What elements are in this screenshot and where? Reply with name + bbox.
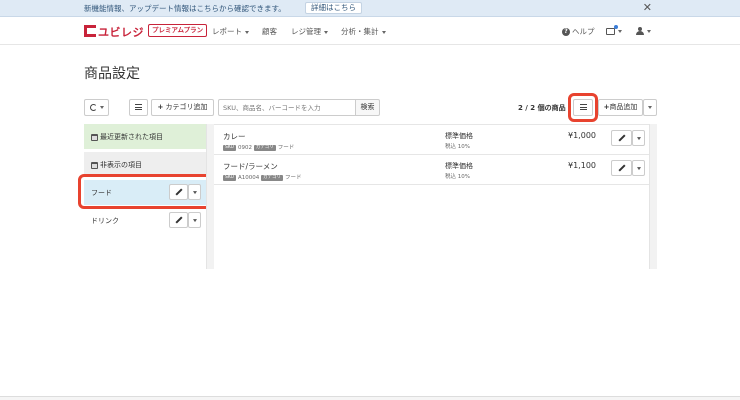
chevron-down-icon [618, 29, 622, 33]
nav-report[interactable]: レポート [212, 26, 249, 37]
product-options-dropdown[interactable] [632, 130, 645, 146]
product-row[interactable]: フード/ラーメン SKU A10004 カテゴリ フード 標準価格 税込 10% ¥… [214, 155, 649, 185]
search-input[interactable] [218, 99, 356, 116]
pencil-icon [174, 216, 183, 224]
mail-icon [606, 24, 618, 35]
product-name: カレー [223, 132, 246, 141]
plan-badge: プレミアムプラン [148, 24, 208, 37]
category-item-recent[interactable]: 最近更新された項目 [84, 124, 214, 149]
logo-mark-icon [84, 25, 96, 37]
edit-product-button[interactable] [611, 130, 632, 146]
price-label: 標準価格 [445, 132, 473, 140]
chevron-down-icon [245, 30, 249, 34]
category-list-button[interactable] [129, 99, 148, 116]
chevron-down-icon [381, 30, 386, 34]
add-product-button[interactable]: +商品追加 [598, 99, 643, 116]
notice-details-link[interactable]: 詳細はこちら [305, 2, 362, 14]
product-meta: SKU A10004 カテゴリ フード [223, 174, 302, 181]
highlight-food-category [78, 174, 212, 209]
category-scrollbar[interactable] [206, 124, 214, 269]
add-product-dropdown[interactable] [643, 99, 657, 116]
refresh-dropdown-button[interactable] [84, 99, 109, 116]
chevron-down-icon [648, 105, 652, 109]
notice-text: 新機能情報、アップデート情報はこちらから確認できます。 [84, 4, 286, 13]
pencil-icon [617, 134, 626, 142]
chevron-down-icon [647, 29, 651, 33]
close-icon[interactable]: ✕ [643, 1, 652, 15]
product-meta: SKU 0902 カテゴリ フード [223, 144, 295, 151]
notification-dot [614, 24, 618, 29]
chevron-down-icon [324, 30, 328, 34]
product-list: カレー SKU 0902 カテゴリ フード 標準価格 税込 10% ¥1,000 フ… [214, 124, 657, 269]
product-count: 2 / 2 個の商品 [518, 104, 566, 112]
product-name: フード/ラーメン [223, 162, 278, 171]
edit-product-button[interactable] [611, 160, 632, 176]
chevron-down-icon [192, 219, 197, 223]
navbar: ユビレジ プレミアムプラン レポート 顧客 レジ管理 分析・集計 ? ヘルプ [0, 17, 740, 45]
window-bottom-edge [0, 396, 740, 400]
messages-menu[interactable] [606, 24, 622, 35]
calendar-icon [91, 161, 98, 169]
user-icon [636, 27, 644, 35]
product-price: ¥1,100 [568, 161, 596, 170]
nav-analytics[interactable]: 分析・集計 [341, 26, 386, 37]
nav-customers[interactable]: 顧客 [262, 26, 277, 37]
refresh-icon [89, 103, 97, 111]
highlight-list-view [568, 93, 598, 122]
search-button[interactable]: 検索 [355, 99, 380, 116]
category-item-drink[interactable]: ドリンク [84, 208, 214, 233]
notice-bar: 新機能情報、アップデート情報はこちらから確認できます。 詳細はこちら ✕ [0, 0, 740, 17]
tax-label: 税込 10% [445, 174, 470, 180]
product-row[interactable]: カレー SKU 0902 カテゴリ フード 標準価格 税込 10% ¥1,000 [214, 125, 649, 155]
category-options-dropdown[interactable] [188, 212, 201, 228]
nav-register-management[interactable]: レジ管理 [291, 26, 328, 37]
pencil-icon [617, 164, 626, 172]
page-title: 商品設定 [84, 66, 140, 82]
plus-icon: + [157, 103, 164, 111]
chevron-down-icon [636, 167, 641, 171]
add-category-button[interactable]: + カテゴリ追加 [151, 99, 214, 116]
help-icon: ? [562, 28, 570, 36]
chevron-down-icon [636, 137, 641, 141]
logo-text: ユビレジ [98, 26, 144, 39]
list-icon [135, 104, 142, 110]
user-menu[interactable] [636, 26, 651, 35]
tax-label: 税込 10% [445, 144, 470, 150]
help-menu[interactable]: ? ヘルプ [562, 26, 595, 37]
edit-category-button[interactable] [169, 212, 188, 228]
calendar-icon [91, 133, 98, 141]
price-label: 標準価格 [445, 162, 473, 170]
product-scrollbar[interactable] [649, 124, 657, 269]
chevron-down-icon [99, 105, 104, 109]
product-options-dropdown[interactable] [632, 160, 645, 176]
product-price: ¥1,000 [568, 131, 596, 140]
